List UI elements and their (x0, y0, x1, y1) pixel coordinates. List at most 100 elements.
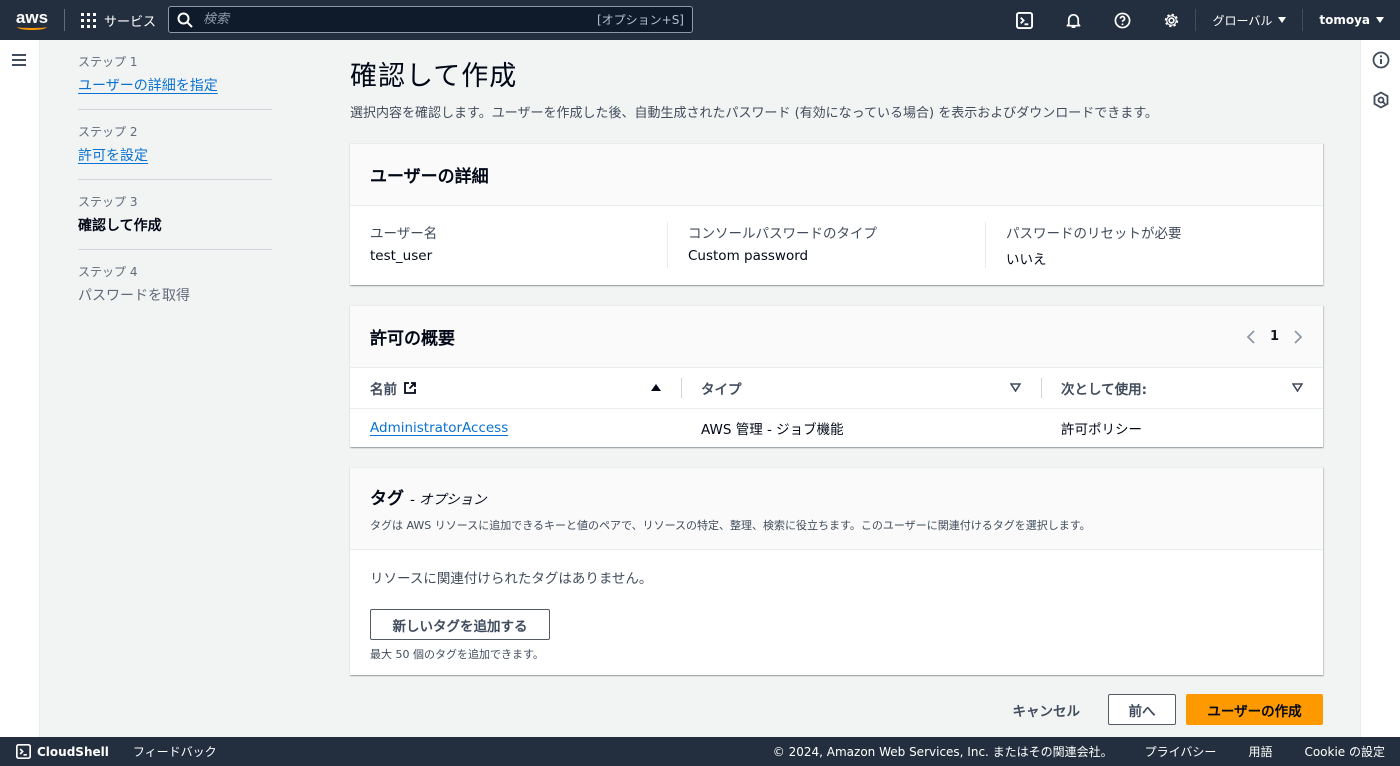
account-username: tomoya (1319, 13, 1370, 27)
cloudshell-label: CloudShell (37, 744, 109, 759)
column-header-used-as[interactable]: 次として使用: (1041, 368, 1323, 409)
feedback-hexagon-icon[interactable] (1372, 91, 1390, 109)
sort-ascending-icon (651, 384, 661, 392)
info-icon[interactable] (1372, 51, 1390, 69)
search-input[interactable] (203, 12, 597, 27)
gear-icon (1164, 13, 1179, 27)
column-label: 名前 (370, 381, 397, 398)
caret-down-icon (1278, 17, 1287, 23)
cloudshell-button[interactable] (999, 0, 1048, 40)
policy-type: AWS 管理 - ジョブ機能 (701, 421, 844, 438)
column-label: 次として使用: (1061, 381, 1147, 398)
top-navigation: aws サービス [オプション+S] グローバル tomoya (0, 0, 1400, 40)
step-link-permissions[interactable]: 許可を設定 (78, 148, 148, 164)
wizard-step-3: ステップ 3 確認して作成 (78, 180, 272, 250)
notifications-button[interactable] (1048, 0, 1097, 40)
cloudshell-icon (16, 744, 31, 759)
services-menu[interactable]: サービス (65, 0, 172, 40)
aws-smile-icon (17, 24, 47, 30)
step-number: ステップ 2 (78, 125, 138, 139)
user-details-fields: ユーザー名 test_user コンソールパスワードのタイプ Custom pa… (350, 206, 1323, 288)
chevron-right-icon[interactable] (1293, 329, 1303, 345)
region-label: グローバル (1212, 13, 1273, 28)
table-row: AdministratorAccess AWS 管理 - ジョブ機能 許可ポリシ… (350, 408, 1323, 447)
search-icon (177, 12, 193, 28)
add-tag-button[interactable]: 新しいタグを追加する (370, 609, 550, 640)
field-label: パスワードのリセットが必要 (1006, 226, 1182, 242)
copyright-text: © 2024, Amazon Web Services, Inc. またはその関… (772, 745, 1113, 759)
permissions-summary-card: 許可の概要 1 名前 タイプ 次として使用: AdministratorAcce… (350, 305, 1323, 447)
settings-button[interactable] (1146, 0, 1195, 40)
left-rail (0, 40, 40, 737)
tags-body: リソースに関連付けられたタグはありません。 新しいタグを追加する 最大 50 個… (350, 550, 1323, 662)
user-details-card: ユーザーの詳細 ユーザー名 test_user コンソールパスワードのタイプ C… (350, 143, 1323, 285)
field-password-reset: パスワードのリセットが必要 いいえ (985, 222, 1303, 268)
field-password-type: コンソールパスワードのタイプ Custom password (667, 222, 985, 268)
account-menu[interactable]: tomoya (1303, 0, 1400, 40)
create-user-button[interactable]: ユーザーの作成 (1186, 694, 1323, 725)
cancel-button[interactable]: キャンセル (995, 694, 1099, 725)
policy-used-as: 許可ポリシー (1061, 421, 1142, 438)
wizard-step-2: ステップ 2 許可を設定 (78, 110, 272, 180)
column-header-type[interactable]: タイプ (681, 368, 1041, 409)
pagination: 1 (1246, 329, 1303, 345)
field-value: Custom password (688, 248, 809, 264)
field-label: コンソールパスワードのタイプ (688, 226, 877, 242)
column-label: タイプ (701, 381, 742, 398)
user-details-title: ユーザーの詳細 (370, 167, 489, 187)
chevron-left-icon[interactable] (1246, 329, 1256, 345)
feedback-link[interactable]: フィードバック (133, 743, 217, 760)
cookie-settings-link[interactable]: Cookie の設定 (1304, 743, 1385, 760)
page-description: 選択内容を確認します。ユーザーを作成した後、自動生成されたパスワード (有効にな… (350, 106, 1158, 121)
step-number: ステップ 3 (78, 195, 138, 209)
step-label-current: 確認して作成 (78, 218, 162, 234)
region-selector[interactable]: グローバル (1196, 0, 1302, 40)
field-username: ユーザー名 test_user (370, 222, 667, 268)
terms-link[interactable]: 用語 (1248, 743, 1272, 760)
main-content: 確認して作成 選択内容を確認します。ユーザーを作成した後、自動生成されたパスワー… (350, 40, 1323, 725)
aws-logo-text: aws (15, 7, 49, 27)
permissions-title: 許可の概要 (370, 329, 455, 349)
column-header-name[interactable]: 名前 (350, 368, 681, 409)
step-number: ステップ 1 (78, 55, 138, 69)
policy-link[interactable]: AdministratorAccess (370, 420, 508, 436)
tags-description: タグは AWS リソースに追加できるキーと値のペアで、リソースの特定、整理、検索… (370, 519, 1091, 532)
tags-title: タグ (370, 489, 404, 509)
step-number: ステップ 4 (78, 265, 138, 279)
column-divider (681, 378, 682, 398)
sort-icon (1010, 383, 1021, 393)
card-header: ユーザーの詳細 (350, 144, 1323, 206)
field-value: いいえ (1006, 252, 1047, 268)
field-value: test_user (370, 248, 433, 264)
previous-button[interactable]: 前へ (1108, 694, 1176, 725)
privacy-link[interactable]: プライバシー (1145, 743, 1217, 760)
tags-empty-text: リソースに関連付けられたタグはありません。 (370, 571, 653, 587)
caret-down-icon (1376, 17, 1384, 23)
footer: CloudShell フィードバック © 2024, Amazon Web Se… (0, 737, 1400, 766)
cloudshell-icon (1015, 11, 1033, 29)
card-header: タグ - オプション タグは AWS リソースに追加できるキーと値のペアで、リソ… (350, 468, 1323, 550)
aws-logo[interactable]: aws (0, 0, 64, 40)
search-shortcut-hint: [オプション+S] (596, 13, 684, 27)
wizard-steps: ステップ 1 ユーザーの詳細を指定 ステップ 2 許可を設定 ステップ 3 確認… (78, 40, 272, 319)
tags-optional-label: - オプション (410, 492, 487, 508)
tags-card: タグ - オプション タグは AWS リソースに追加できるキーと値のペアで、リソ… (350, 467, 1323, 675)
step-label-disabled: パスワードを取得 (78, 288, 190, 304)
permissions-table: 名前 タイプ 次として使用: AdministratorAccess AWS 管… (350, 368, 1323, 447)
external-link-icon (404, 381, 416, 394)
help-button[interactable] (1097, 0, 1146, 40)
wizard-step-4: ステップ 4 パスワードを取得 (78, 250, 272, 319)
card-header: 許可の概要 1 (350, 306, 1323, 368)
tags-limit-hint: 最大 50 個のタグを追加できます。 (370, 648, 544, 661)
menu-icon[interactable] (12, 54, 26, 66)
sort-icon (1292, 383, 1303, 393)
cloudshell-footer-button[interactable]: CloudShell (16, 744, 109, 759)
bell-icon (1066, 13, 1081, 28)
right-rail (1360, 40, 1400, 737)
search-bar[interactable]: [オプション+S] (168, 6, 693, 33)
grid-icon (81, 12, 96, 28)
step-link-user-details[interactable]: ユーザーの詳細を指定 (78, 78, 218, 94)
column-divider (1041, 378, 1042, 398)
field-label: ユーザー名 (370, 226, 438, 242)
page-number[interactable]: 1 (1270, 329, 1279, 344)
